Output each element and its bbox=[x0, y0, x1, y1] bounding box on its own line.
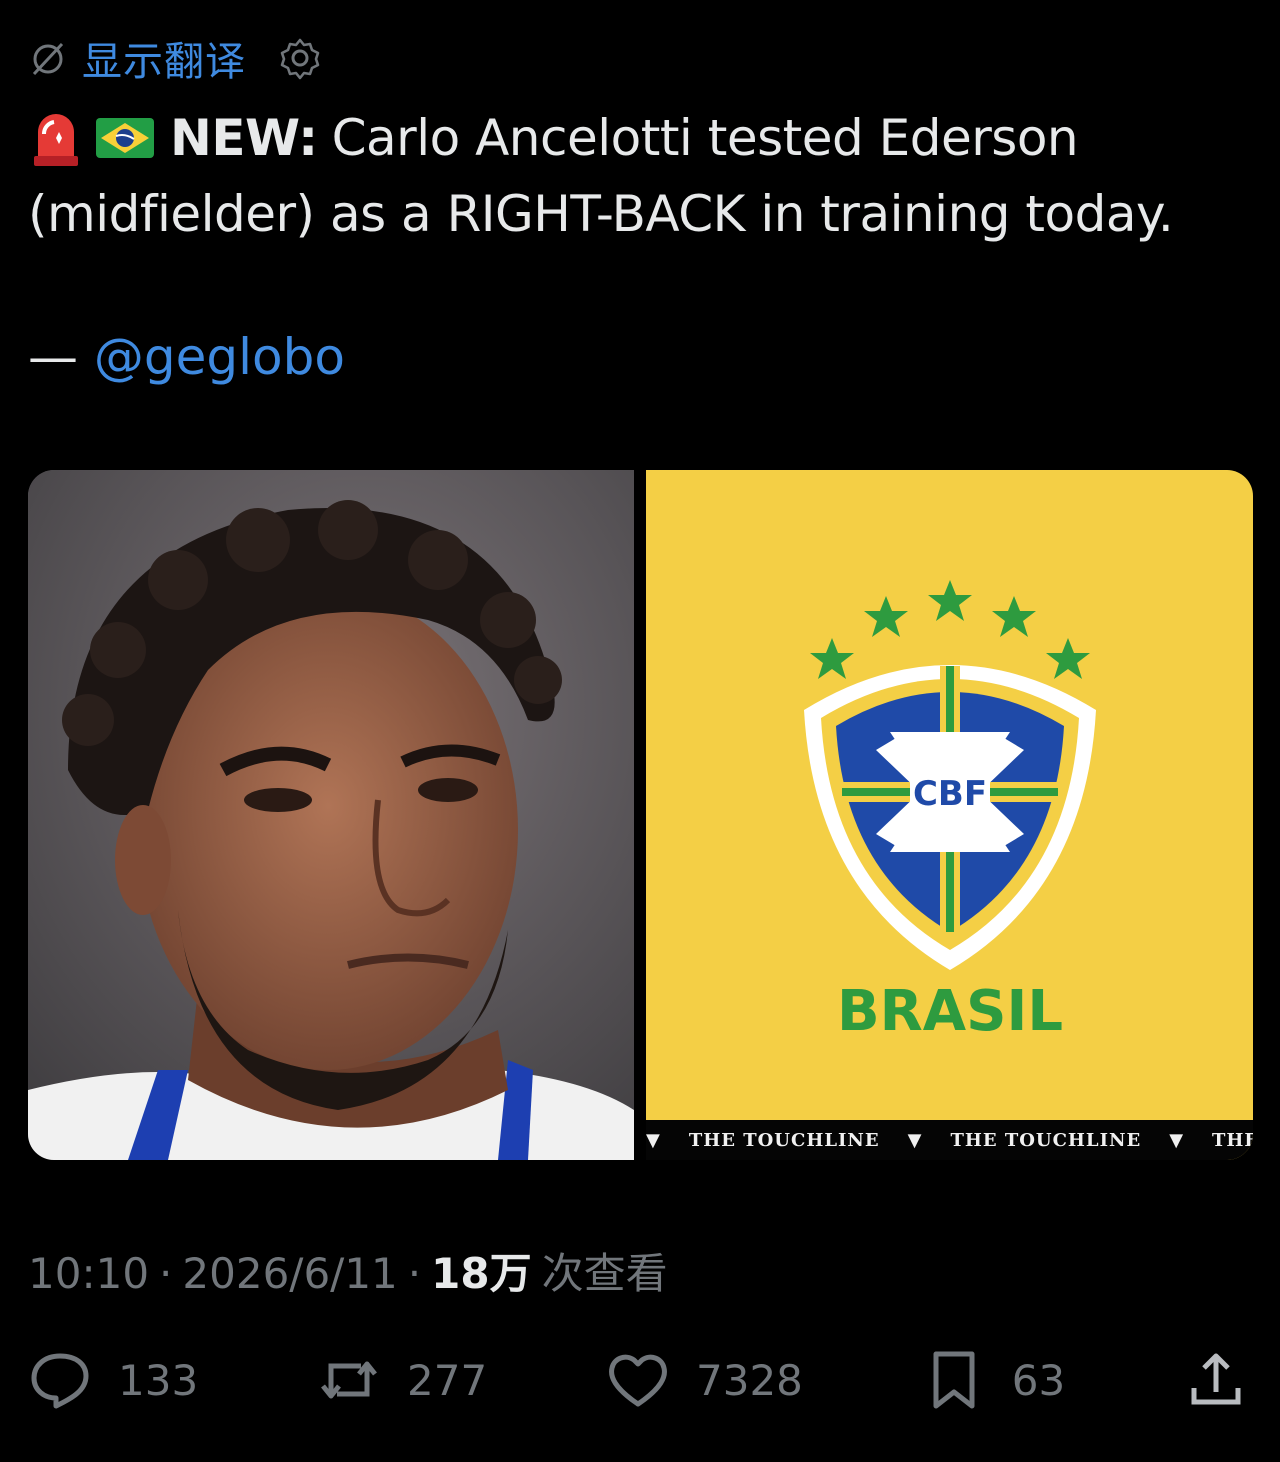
share-icon bbox=[1191, 1353, 1241, 1405]
cbf-crest-image: CBF BRASIL bbox=[804, 580, 1096, 1044]
siren-emoji-icon bbox=[34, 114, 78, 166]
meta-separator: · bbox=[407, 1249, 422, 1298]
credit-dash: — bbox=[28, 328, 78, 386]
tweet-text: NEW: Carlo Ancelotti tested Ederson (mid… bbox=[28, 100, 1258, 252]
gear-icon[interactable] bbox=[278, 36, 322, 80]
tweet-date[interactable]: 2026/6/11 bbox=[182, 1249, 397, 1298]
translate-off-icon bbox=[32, 42, 64, 76]
tweet-time[interactable]: 10:10 bbox=[28, 1249, 149, 1298]
player-portrait-image bbox=[28, 470, 634, 1160]
reply-button[interactable]: 133 bbox=[28, 1348, 198, 1412]
heart-icon bbox=[609, 1354, 667, 1407]
reply-count: 133 bbox=[118, 1355, 199, 1405]
strip-text-2: THE TOUCHLINE bbox=[950, 1129, 1142, 1151]
cbf-text: CBF bbox=[913, 774, 987, 814]
brasil-text: BRASIL bbox=[837, 979, 1063, 1044]
like-count: 7328 bbox=[696, 1355, 803, 1405]
strip-mark: ▼ bbox=[646, 1129, 661, 1151]
tweet-line-1-text: Carlo Ancelotti tested Ederson bbox=[331, 109, 1079, 167]
strip-text-1: THE TOUCHLINE bbox=[688, 1129, 880, 1151]
like-button[interactable]: 7328 bbox=[606, 1348, 803, 1412]
geglobo-mention-link[interactable]: @geglobo bbox=[94, 328, 345, 386]
share-button[interactable] bbox=[1184, 1348, 1248, 1412]
tweet-line-2: (midfielder) as a RIGHT-BACK in training… bbox=[28, 185, 1174, 243]
views-label: 次查看 bbox=[541, 1249, 668, 1298]
crest-stars bbox=[810, 580, 1090, 679]
translate-bar: 显示翻译 bbox=[28, 29, 322, 87]
tweet-line-1: NEW: Carlo Ancelotti tested Ederson bbox=[28, 100, 1258, 176]
brazil-flag-emoji-icon bbox=[96, 118, 154, 158]
bookmark-icon bbox=[933, 1351, 975, 1409]
repost-button[interactable]: 277 bbox=[317, 1348, 487, 1412]
meta-separator: · bbox=[159, 1249, 173, 1298]
tweet-media[interactable]: CBF BRASIL ▼ THE TOUCHLINE ▼ THE TOUCHLI… bbox=[28, 470, 1253, 1160]
views-count: 18万 bbox=[431, 1249, 532, 1298]
touchline-watermark-strip: ▼ THE TOUCHLINE ▼ THE TOUCHLINE ▼ THE TO… bbox=[646, 1116, 1253, 1160]
strip-mark: ▼ bbox=[1169, 1129, 1185, 1151]
reply-icon bbox=[31, 1353, 89, 1409]
repost-count: 277 bbox=[407, 1355, 488, 1405]
tweet-meta: 10:10 · 2026/6/11 · 18万 次查看 bbox=[28, 1240, 668, 1301]
repost-icon bbox=[321, 1361, 377, 1399]
strip-mark: ▼ bbox=[907, 1129, 923, 1151]
credit-line: — @geglobo bbox=[28, 328, 345, 386]
cbf-logo-panel[interactable]: CBF BRASIL ▼ THE TOUCHLINE ▼ THE TOUCHLI… bbox=[646, 470, 1253, 1160]
bookmark-count: 63 bbox=[1011, 1355, 1066, 1405]
new-label: NEW: bbox=[170, 109, 318, 167]
bookmark-button[interactable]: 63 bbox=[922, 1348, 1065, 1412]
player-photo[interactable] bbox=[28, 470, 634, 1160]
show-translation-link[interactable]: 显示翻译 bbox=[82, 29, 246, 87]
strip-text-3: THE TOUCHLINE bbox=[1212, 1129, 1253, 1151]
tweet-action-bar: 133 277 7328 63 bbox=[28, 1345, 1248, 1415]
